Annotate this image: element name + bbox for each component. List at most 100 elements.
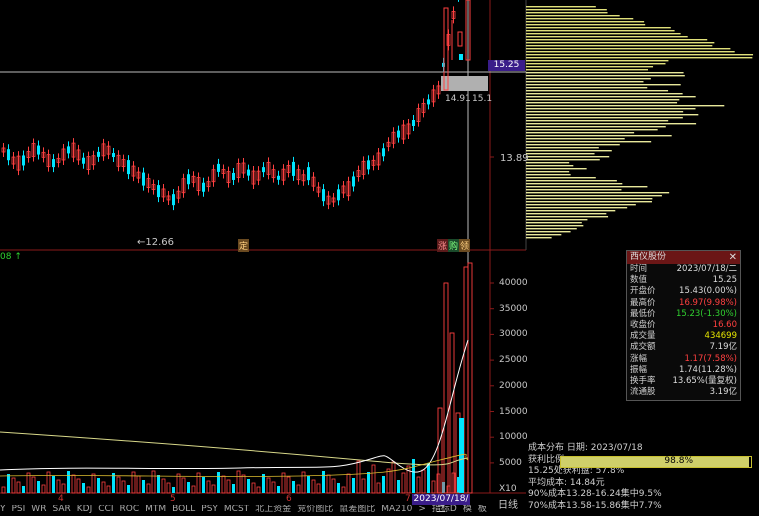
indicator-tab[interactable]: 鼠差图比 [339, 505, 375, 514]
chip-bar [526, 174, 571, 176]
volume-bar [11, 477, 16, 494]
info-row-value: 15.23(-1.30%) [675, 308, 737, 319]
chip-bar [526, 222, 582, 224]
event-marker-gou[interactable]: 购 [448, 239, 460, 252]
volume-bar [386, 468, 391, 494]
profit-ratio-fill [561, 457, 749, 467]
chip-bar [526, 144, 620, 146]
candle-body [52, 159, 55, 168]
chip-bar [526, 72, 684, 74]
volume-axis-label: 30000 [499, 329, 528, 340]
chip-bar [526, 12, 608, 14]
info-row-key: 换手率 [630, 375, 656, 386]
chip-bar [526, 24, 646, 26]
indicator-tab[interactable]: 板 [478, 505, 487, 514]
info-row: 数值 15.25 [627, 275, 740, 286]
indicator-tab[interactable]: WR [31, 505, 46, 514]
info-panel-title[interactable]: 西仪股份 ✕ [627, 251, 740, 264]
volume-bar [187, 482, 190, 493]
volume-bar [241, 474, 246, 494]
volume-bar [277, 486, 280, 493]
volume-bar [322, 471, 325, 493]
event-marker-ding[interactable]: 定 [238, 239, 250, 252]
volume-bar [247, 479, 250, 493]
volume-bar [446, 485, 451, 494]
volume-bar [61, 483, 66, 494]
chip-bar [526, 195, 662, 197]
chip-bar [526, 135, 672, 137]
candle-body [459, 54, 463, 60]
volume-axis-label: X10 [499, 483, 517, 494]
info-row-key: 成交额 [630, 342, 656, 353]
info-row-key: 开盘价 [630, 286, 656, 297]
candle-body [457, 31, 463, 47]
event-marker-zhangfu[interactable]: 涨 [437, 239, 449, 252]
quote-info-panel: 西仪股份 ✕ 时间 2023/07/18/二 数值 15.25 开盘价 15.43(0.0… [626, 250, 741, 401]
info-row-key: 最低价 [630, 308, 656, 319]
indicator-tab[interactable]: MCST [224, 505, 249, 514]
volume-bar [421, 469, 426, 494]
chip-bar [526, 171, 570, 173]
candle-body [172, 194, 175, 206]
candle-body [307, 167, 310, 181]
volume-bar [206, 480, 211, 494]
chip-bar [526, 48, 731, 50]
volume-bar [397, 480, 400, 493]
info-row-key: 最高价 [630, 297, 656, 308]
chip-bar [526, 183, 623, 185]
volume-bar [301, 471, 306, 494]
info-row-value: 7.19亿 [709, 342, 737, 353]
indicator-tab[interactable]: 北上资金 [255, 505, 291, 514]
volume-bar [76, 478, 81, 494]
candle-body [277, 175, 280, 180]
profit-ratio-bar: 98.8% [560, 456, 752, 468]
indicator-tab[interactable]: SAR [52, 505, 70, 514]
indicator-tab[interactable]: PSI [12, 505, 26, 514]
indicator-tab[interactable]: PSY [201, 505, 218, 514]
chip-bar [526, 219, 588, 221]
info-row-value: 2023/07/18/二 [676, 264, 737, 274]
indicator-tab[interactable]: 竞价图比 [297, 505, 333, 514]
chip-bar [526, 225, 584, 227]
indicator-tab[interactable]: > [418, 505, 426, 514]
indicator-tab[interactable]: 模 [463, 505, 472, 514]
indicator-tab[interactable]: 指标D [432, 505, 457, 514]
volume-bar [449, 332, 455, 494]
close-icon[interactable]: ✕ [729, 251, 737, 264]
indicator-tab[interactable]: ROC [119, 505, 139, 514]
volume-bar [416, 476, 421, 494]
indicator-tab[interactable]: KDJ [77, 505, 93, 514]
chip-bar [526, 150, 612, 152]
chip-bar [526, 15, 620, 17]
event-marker-ling[interactable]: 领 [459, 239, 471, 252]
info-rows: 时间 2023/07/18/二 数值 15.25 开盘价 15.43(0.00%) 最高价 1… [627, 264, 740, 398]
chip-bar [526, 117, 683, 119]
indicator-tab[interactable]: Y [0, 505, 6, 514]
volume-ma-short [0, 339, 469, 473]
volume-bar [401, 472, 406, 494]
volume-bar [67, 471, 70, 493]
chip-bar [526, 159, 600, 161]
volume-bar [86, 486, 91, 494]
volume-bar [22, 486, 25, 493]
candle-body [127, 160, 130, 175]
volume-axis-label: 40000 [499, 278, 528, 288]
volume-bar [296, 484, 301, 494]
candle-body [187, 174, 190, 185]
info-row: 开盘价 15.43(0.00%) [627, 286, 740, 297]
indicator-tab[interactable]: BOLL [172, 505, 195, 514]
candle-body [97, 151, 100, 157]
chip-bar [526, 63, 666, 65]
chip-bar [526, 180, 617, 182]
volume-bar [127, 485, 130, 493]
info-row: 成交量 434699 [627, 331, 740, 342]
volume-bar [316, 483, 321, 494]
chip-bar [526, 18, 634, 20]
volume-bar [382, 476, 385, 493]
indicator-tab[interactable]: MA210 [381, 505, 412, 514]
chip-bar [526, 168, 587, 170]
indicator-tab[interactable]: CCI [98, 505, 113, 514]
indicator-tab[interactable]: MTM [145, 505, 166, 514]
info-row-key: 流通股 [630, 387, 656, 398]
candle-body [82, 157, 85, 164]
